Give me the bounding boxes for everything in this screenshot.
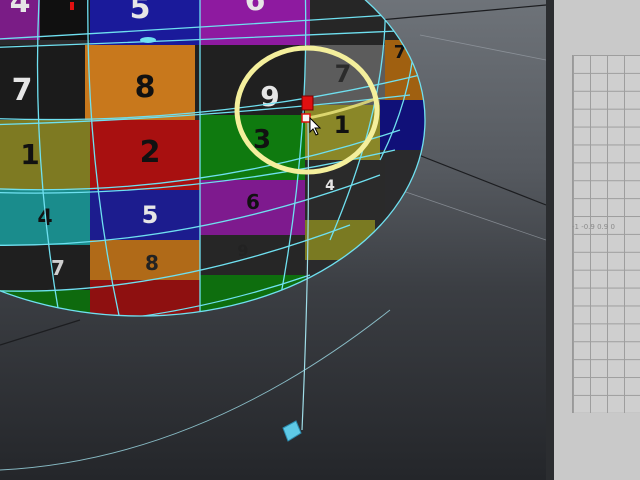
checker-number: 7 — [335, 60, 352, 88]
checker-number: 5 — [142, 201, 159, 229]
vertex-handle[interactable] — [301, 113, 311, 123]
vertex-marker — [70, 2, 74, 10]
checker-number: 7 — [12, 73, 33, 108]
viewport-canvas[interactable]: 4 5 6 7 8 7 9 7 1 1 2 3 4 5 6 4 7 8 9 — [0, 0, 546, 480]
checker-number: 7 — [394, 42, 407, 63]
3d-viewport[interactable]: 4 5 6 7 8 7 9 7 1 1 2 3 4 5 6 4 7 8 9 — [0, 0, 546, 480]
pivot-marker-icon — [140, 37, 156, 43]
checker-number: 1 — [20, 138, 39, 171]
checker-number: 1 — [334, 111, 351, 139]
uv-axis-ticks: -1 -0.9 0.9 0 — [572, 223, 615, 231]
checker-number: 9 — [237, 241, 248, 260]
checker-number: 8 — [135, 70, 156, 105]
checker-number: 4 — [10, 0, 31, 20]
maya-workspace: 4 5 6 7 8 7 9 7 1 1 2 3 4 5 6 4 7 8 9 -1… — [0, 0, 640, 480]
panel-divider[interactable] — [546, 0, 554, 480]
checker-number: 6 — [245, 0, 266, 18]
checker-number: 6 — [246, 190, 260, 214]
checker-number: 8 — [145, 251, 159, 275]
uv-grid[interactable] — [572, 55, 640, 413]
checker-number: 5 — [130, 0, 151, 26]
cube-locator-icon[interactable] — [282, 420, 302, 442]
checker-sphere[interactable]: 4 5 6 7 8 7 9 7 1 1 2 3 4 5 6 4 7 8 9 — [0, 0, 540, 340]
checker-number: 2 — [140, 135, 161, 170]
selected-vertex[interactable] — [301, 95, 314, 111]
uv-editor-panel[interactable]: -1 -0.9 0.9 0 — [554, 0, 640, 480]
